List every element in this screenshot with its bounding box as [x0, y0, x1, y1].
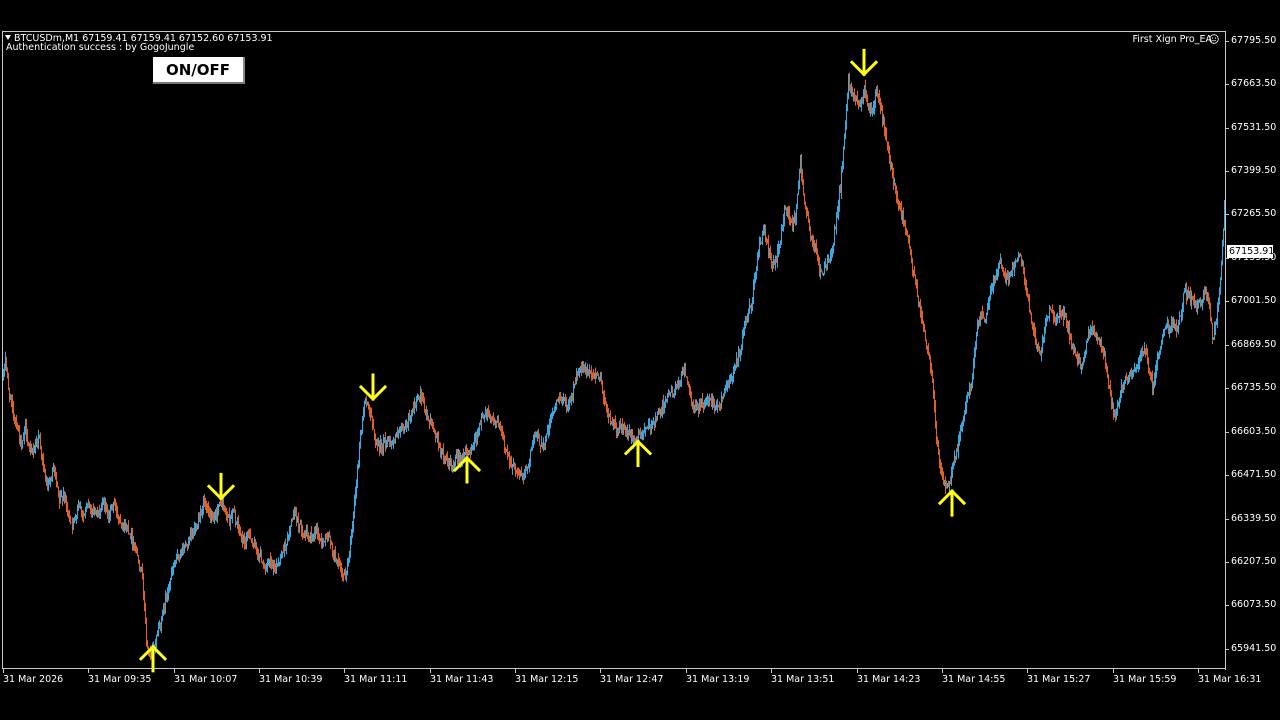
price-tick [1226, 519, 1229, 520]
time-label: 31 Mar 12:47 [600, 674, 664, 685]
price-tick [1226, 475, 1229, 476]
price-tick [1226, 171, 1229, 172]
expert-advisor-name: First Xign Pro_EA [1132, 34, 1212, 45]
time-label: 31 Mar 13:19 [686, 674, 750, 685]
price-label: 66073.50 [1231, 599, 1277, 610]
price-tick [1226, 84, 1229, 85]
price-axis-line [1225, 31, 1226, 670]
time-tick [259, 669, 260, 673]
time-label: 31 Mar 15:27 [1027, 674, 1091, 685]
price-label: 66603.50 [1231, 426, 1277, 437]
time-label: 31 Mar 10:39 [259, 674, 323, 685]
time-tick [174, 669, 175, 673]
price-label: 66207.50 [1231, 556, 1277, 567]
time-tick [1113, 669, 1114, 673]
time-label: 31 Mar 14:23 [857, 674, 921, 685]
auth-status: Authentication success : by GogoJungle [6, 42, 195, 53]
price-label: 67399.50 [1231, 165, 1277, 176]
price-tick [1226, 214, 1229, 215]
price-label: 67265.50 [1231, 208, 1277, 219]
time-tick [600, 669, 601, 673]
time-tick [942, 669, 943, 673]
price-tick [1226, 41, 1229, 42]
time-tick [686, 669, 687, 673]
price-tick [1226, 258, 1229, 259]
price-label: 66471.50 [1231, 469, 1277, 480]
onoff-button[interactable]: ON/OFF [153, 57, 245, 84]
time-tick [430, 669, 431, 673]
time-label: 31 Mar 13:51 [771, 674, 835, 685]
price-label: 66339.50 [1231, 513, 1277, 524]
price-tick [1226, 605, 1229, 606]
time-label: 31 Mar 09:35 [88, 674, 152, 685]
plot-area-border [2, 31, 1226, 669]
chart-window: BTCUSDm,M1 67159.41 67159.41 67152.60 67… [0, 0, 1280, 720]
time-tick [1198, 669, 1199, 673]
price-tick [1226, 345, 1229, 346]
price-tick [1226, 649, 1229, 650]
time-label: 31 Mar 10:07 [174, 674, 238, 685]
price-tick [1226, 388, 1229, 389]
price-label: 67531.50 [1231, 122, 1277, 133]
price-label: 67795.50 [1231, 35, 1277, 46]
price-label: 65941.50 [1231, 643, 1277, 654]
price-tick [1226, 562, 1229, 563]
price-tick [1226, 128, 1229, 129]
time-label: 31 Mar 12:15 [515, 674, 579, 685]
time-label: 31 Mar 16:31 [1198, 674, 1262, 685]
time-label: 31 Mar 15:59 [1113, 674, 1177, 685]
price-label: 66869.50 [1231, 339, 1277, 350]
price-tick [1226, 432, 1229, 433]
time-tick [515, 669, 516, 673]
time-label: 31 Mar 11:11 [344, 674, 408, 685]
time-tick [88, 669, 89, 673]
time-label: 31 Mar 11:43 [430, 674, 494, 685]
time-tick [1027, 669, 1028, 673]
current-price-tag: 67153.91 [1227, 245, 1275, 258]
time-label: 31 Mar 2026 [3, 674, 64, 685]
price-tick [1226, 301, 1229, 302]
time-tick [3, 669, 4, 673]
time-tick [857, 669, 858, 673]
dropdown-triangle-icon[interactable] [5, 35, 11, 40]
time-label: 31 Mar 14:55 [942, 674, 1006, 685]
smiley-icon[interactable] [1209, 34, 1219, 44]
price-label: 67001.50 [1231, 295, 1277, 306]
price-label: 67663.50 [1231, 78, 1277, 89]
time-tick [771, 669, 772, 673]
price-label: 66735.50 [1231, 382, 1277, 393]
time-tick [344, 669, 345, 673]
